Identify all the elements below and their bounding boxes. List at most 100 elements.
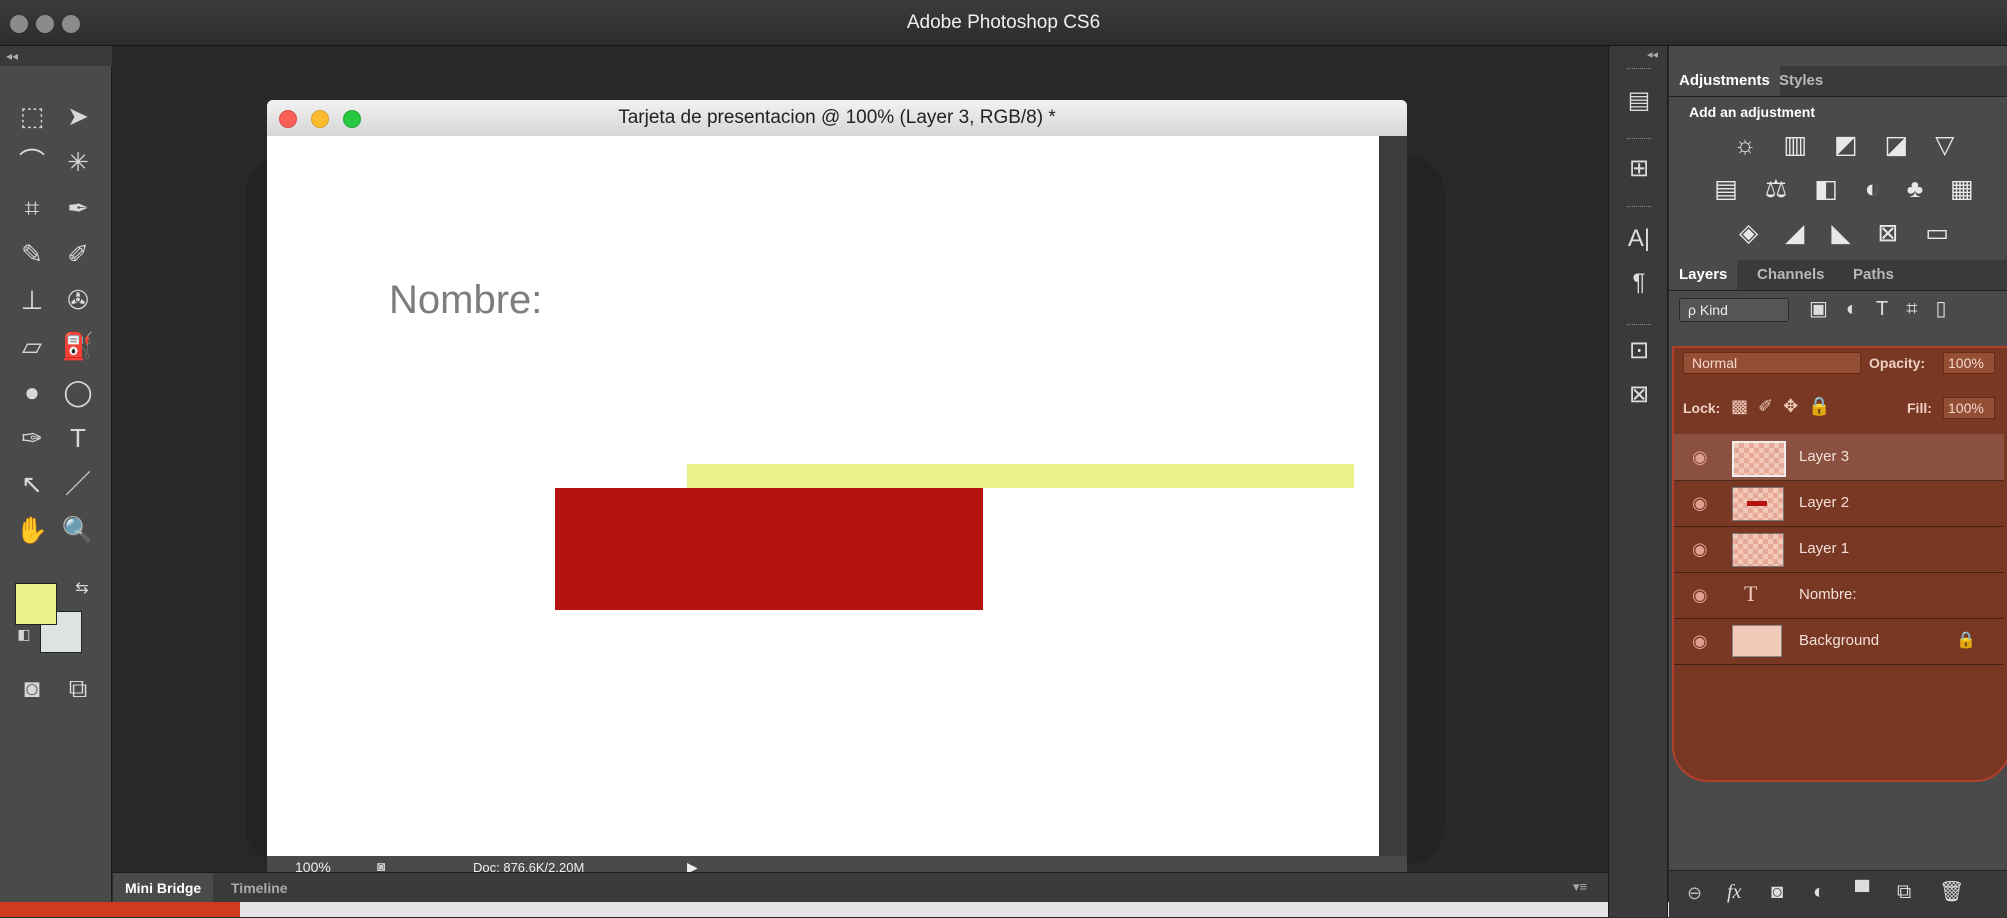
marquee-icon[interactable]: ⬚	[12, 98, 52, 134]
visibility-eye-icon[interactable]: ◉	[1692, 631, 1708, 652]
adjustment-icons-row-2[interactable]: ▤ ⚖ ◧ ◐ ♣ ▦	[1699, 174, 1999, 204]
layer-thumbnail	[1732, 487, 1784, 521]
opacity-label: Opacity:	[1869, 355, 1926, 371]
zoom-icon[interactable]: 🔍	[58, 512, 98, 548]
healing-brush-icon[interactable]: ✎	[12, 236, 52, 272]
layer-row-nombre[interactable]: ◉ T Nombre:	[1674, 572, 2004, 619]
layer-thumbnail	[1732, 625, 1782, 657]
layer-name[interactable]: Nombre:	[1799, 572, 1857, 618]
dock-grip[interactable]	[1627, 138, 1651, 141]
adjustment-icons-row-3[interactable]: ◈ ◢ ◣ ⊠ ▭	[1699, 218, 1999, 248]
magic-wand-icon[interactable]: ✳	[58, 144, 98, 180]
swap-colors-icon[interactable]: ⇆	[62, 571, 102, 607]
adjustment-layer-icon[interactable]: ◐	[1813, 881, 1825, 904]
eyedropper-icon[interactable]: ✒	[58, 190, 98, 226]
default-colors-icon[interactable]: ◧	[4, 616, 44, 652]
new-layer-icon[interactable]: ⧉	[1897, 881, 1911, 904]
clone-stamp-icon[interactable]: ⊥	[12, 282, 52, 318]
layer-name[interactable]: Layer 1	[1799, 526, 1849, 572]
layer-name[interactable]: Layer 2	[1799, 480, 1849, 526]
adjustment-icons-row-1[interactable]: ☼ ▥ ◩ ◪ ▽	[1699, 130, 1999, 160]
panel-menu-icon[interactable]: ▾≡	[1573, 879, 1587, 895]
character-icon[interactable]: A|	[1621, 224, 1657, 254]
layers-bottom-toolbar: ⊖ fx ◙ ◐ ▀ ⧉ 🗑	[1669, 870, 2007, 918]
brush-icon[interactable]: ✐	[58, 236, 98, 272]
document-window: Tarjeta de presentacion @ 100% (Layer 3,…	[267, 100, 1407, 880]
canvas-red-rectangle[interactable]	[555, 488, 983, 610]
character-styles-icon[interactable]: ⊠	[1621, 380, 1657, 410]
tab-layers[interactable]: Layers	[1669, 260, 1738, 290]
tab-timeline[interactable]: Timeline	[219, 873, 300, 903]
layer-thumbnail	[1732, 441, 1786, 477]
line-icon[interactable]: ／	[58, 466, 98, 502]
opacity-field[interactable]: 100%	[1943, 352, 1995, 374]
canvas-text-nombre[interactable]: Nombre:	[389, 278, 542, 323]
group-folder-icon[interactable]: ▀	[1855, 881, 1869, 904]
link-icon[interactable]: ⊖	[1687, 883, 1702, 904]
tools-panel: ◂◂ ⬚ ➤ ⌒ ✳ ⌗ ✒ ✎ ✐ ⊥ ✇ ▱ ⛽ ● ◯ ✑ T ↖ ／ ✋…	[0, 46, 112, 917]
lock-icon[interactable]: 🔒	[1956, 630, 1976, 650]
fill-field[interactable]: 100%	[1943, 397, 1995, 419]
blend-mode-select[interactable]: Normal	[1683, 352, 1861, 374]
crop-icon[interactable]: ⌗	[12, 190, 52, 226]
visibility-eye-icon[interactable]: ◉	[1692, 493, 1708, 514]
properties-icon[interactable]: ⊞	[1621, 154, 1657, 184]
dodge-icon[interactable]: ◯	[58, 374, 98, 410]
layer-name[interactable]: Background	[1799, 618, 1879, 664]
app-title: Adobe Photoshop CS6	[906, 12, 1101, 33]
collapse-icon[interactable]: ◂◂	[6, 49, 18, 63]
eraser-icon[interactable]: ▱	[12, 328, 52, 364]
mask-icon[interactable]: ◙	[1771, 881, 1783, 904]
paint-bucket-icon[interactable]: ⛽	[58, 328, 98, 364]
app-titlebar: Adobe Photoshop CS6	[0, 0, 2007, 46]
visibility-eye-icon[interactable]: ◉	[1692, 539, 1708, 560]
hand-icon[interactable]: ✋	[12, 512, 52, 548]
blur-icon[interactable]: ●	[12, 374, 52, 410]
history-brush-icon[interactable]: ✇	[58, 282, 98, 318]
layer-name[interactable]: Layer 3	[1799, 434, 1849, 480]
tab-styles[interactable]: Styles	[1779, 66, 1823, 96]
tab-adjustments[interactable]: Adjustments	[1669, 66, 1780, 96]
visibility-eye-icon[interactable]: ◉	[1692, 585, 1708, 606]
layers-tab-row: Layers Channels Paths	[1669, 260, 2007, 291]
visibility-eye-icon[interactable]: ◉	[1692, 447, 1708, 468]
lock-icons[interactable]: ▩✐✥🔒	[1731, 396, 1841, 417]
layer-row-layer-3[interactable]: ◉ Layer 3	[1674, 434, 2004, 481]
dock-grip[interactable]	[1627, 206, 1651, 209]
dock-app-accent	[0, 902, 240, 917]
tab-channels[interactable]: Channels	[1757, 260, 1825, 290]
trash-icon[interactable]: 🗑	[1939, 879, 1964, 904]
type-icon[interactable]: T	[58, 420, 98, 456]
tab-paths[interactable]: Paths	[1853, 260, 1894, 290]
canvas-yellow-bar[interactable]	[687, 464, 1354, 488]
thumbnail-red-mark	[1747, 501, 1767, 506]
paragraph-styles-icon[interactable]: ⊡	[1621, 336, 1657, 366]
quick-mask-icon[interactable]: ◙	[12, 670, 52, 706]
fx-icon[interactable]: fx	[1727, 881, 1741, 904]
document-titlebar[interactable]: Tarjeta de presentacion @ 100% (Layer 3,…	[267, 100, 1407, 137]
filter-icons[interactable]: ▣◐T⌗▯	[1809, 296, 1964, 321]
path-selection-icon[interactable]: ↖	[12, 466, 52, 502]
tools-panel-header[interactable]: ◂◂	[0, 46, 112, 66]
dock-grip[interactable]	[1627, 68, 1651, 71]
adjustments-heading: Add an adjustment	[1689, 104, 1816, 120]
history-icon[interactable]: ▤	[1621, 86, 1657, 116]
lasso-icon[interactable]: ⌒	[12, 144, 52, 180]
layer-row-layer-1[interactable]: ◉ Layer 1	[1674, 526, 2004, 573]
canvas[interactable]: Nombre:	[267, 136, 1379, 856]
tab-mini-bridge[interactable]: Mini Bridge	[113, 873, 214, 903]
layer-row-background[interactable]: ◉ Background 🔒	[1674, 618, 2004, 665]
layer-row-layer-2[interactable]: ◉ Layer 2	[1674, 480, 2004, 527]
dock-grip[interactable]	[1627, 324, 1651, 327]
text-layer-icon: T	[1744, 581, 1758, 606]
dock-collapse-icon[interactable]: ◂◂	[1647, 48, 1658, 61]
move-icon[interactable]: ➤	[58, 98, 98, 134]
document-scrollbar[interactable]	[1379, 136, 1407, 856]
screen-mode-icon[interactable]: ⧉	[58, 670, 98, 706]
panel-dock: ◂◂ ▤ ⊞ A| ¶ ⊡ ⊠	[1608, 46, 1668, 917]
pen-icon[interactable]: ✑	[12, 420, 52, 456]
fill-label: Fill:	[1907, 400, 1932, 416]
bottom-panel-tabs: Mini Bridge Timeline ▾≡	[113, 872, 1608, 903]
paragraph-icon[interactable]: ¶	[1621, 268, 1657, 298]
filter-kind-select[interactable]: ρ Kind	[1679, 298, 1789, 322]
